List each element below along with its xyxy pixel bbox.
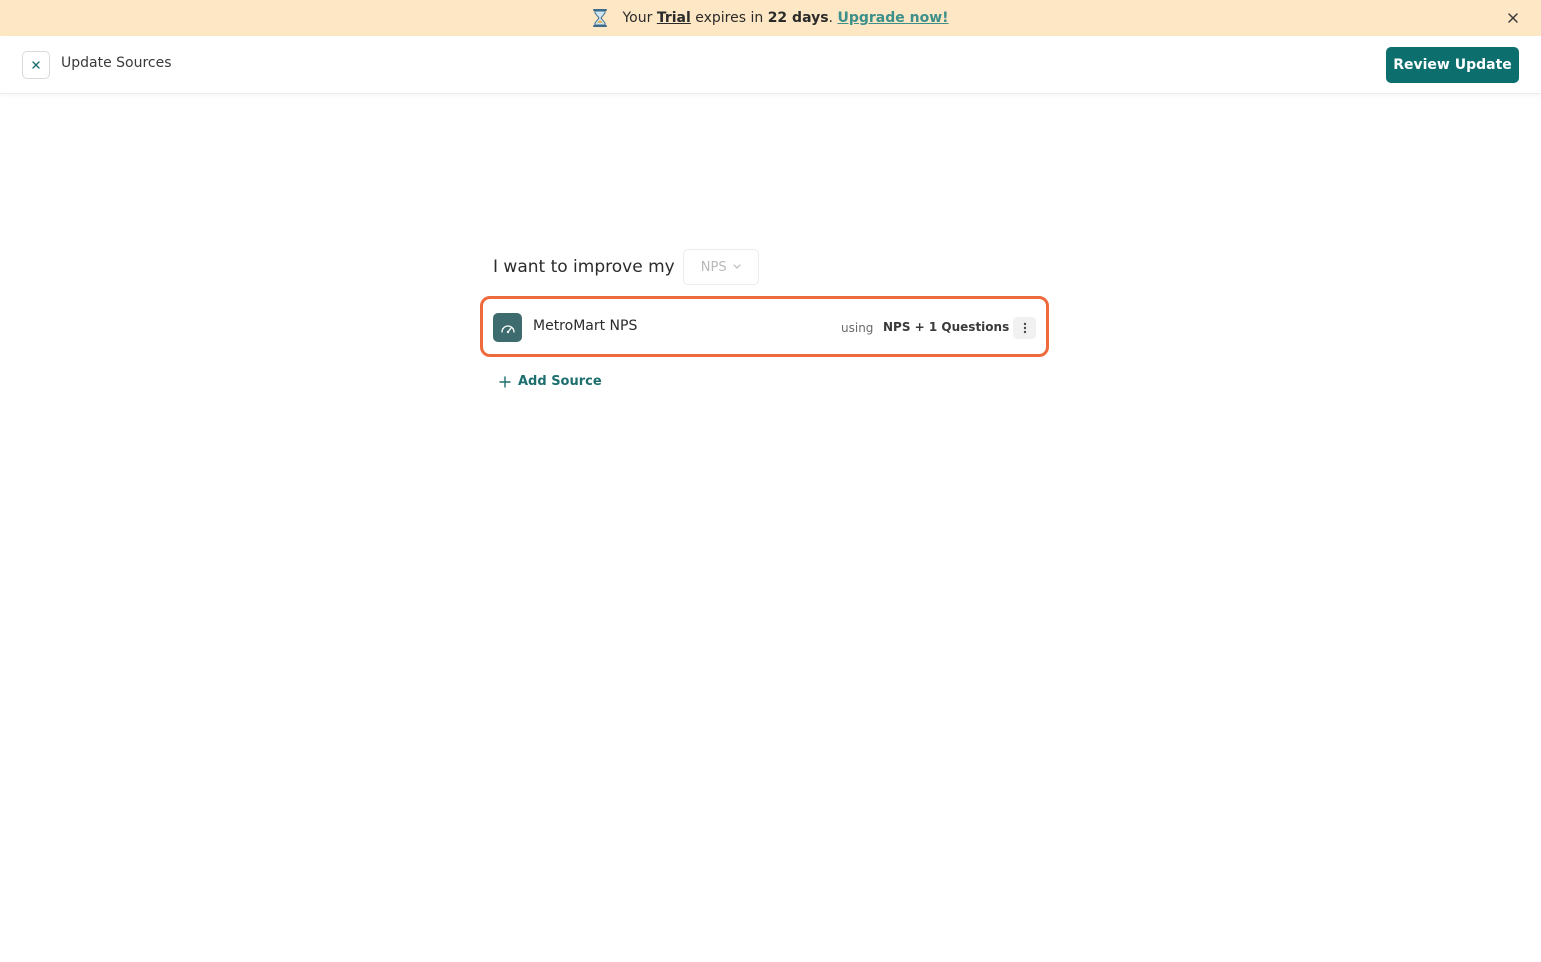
close-icon: [32, 61, 40, 69]
metric-select-value: NPS: [700, 259, 727, 275]
banner-days: 22 days: [767, 10, 829, 26]
page-header: Update Sources Review Update: [0, 36, 1541, 94]
goal-label: I want to improve my: [493, 257, 675, 277]
banner-prefix: Your: [622, 10, 653, 26]
upgrade-link[interactable]: Upgrade now!: [837, 10, 948, 26]
source-using-label: using: [841, 321, 874, 335]
source-card[interactable]: MetroMart NPS using NPS + 1 Questions: [480, 296, 1049, 357]
banner-period: .: [828, 10, 833, 26]
plus-icon: [499, 375, 511, 388]
close-button[interactable]: [22, 51, 50, 79]
source-name: MetroMart NPS: [533, 318, 638, 334]
banner-middle: expires in: [695, 10, 764, 26]
source-menu-button[interactable]: [1013, 317, 1036, 339]
close-banner-icon[interactable]: [1505, 10, 1521, 26]
metric-select[interactable]: NPS: [682, 249, 759, 285]
trial-banner: Your Trial expires in 22 days. Upgrade n…: [0, 0, 1541, 36]
gauge-icon: [500, 324, 515, 333]
hourglass-icon: [593, 9, 608, 27]
add-source-button[interactable]: Add Source: [499, 374, 602, 389]
chevron-down-icon: [732, 264, 741, 269]
source-icon: [493, 313, 522, 342]
page-title: Update Sources: [61, 55, 172, 71]
source-questions: NPS + 1 Questions: [883, 320, 1010, 334]
review-update-button[interactable]: Review Update: [1386, 47, 1519, 83]
add-source-label: Add Source: [518, 374, 602, 389]
kebab-icon: [1023, 322, 1026, 334]
goal-row: I want to improve my NPS: [493, 249, 759, 285]
banner-trial-text: Trial: [656, 10, 691, 26]
